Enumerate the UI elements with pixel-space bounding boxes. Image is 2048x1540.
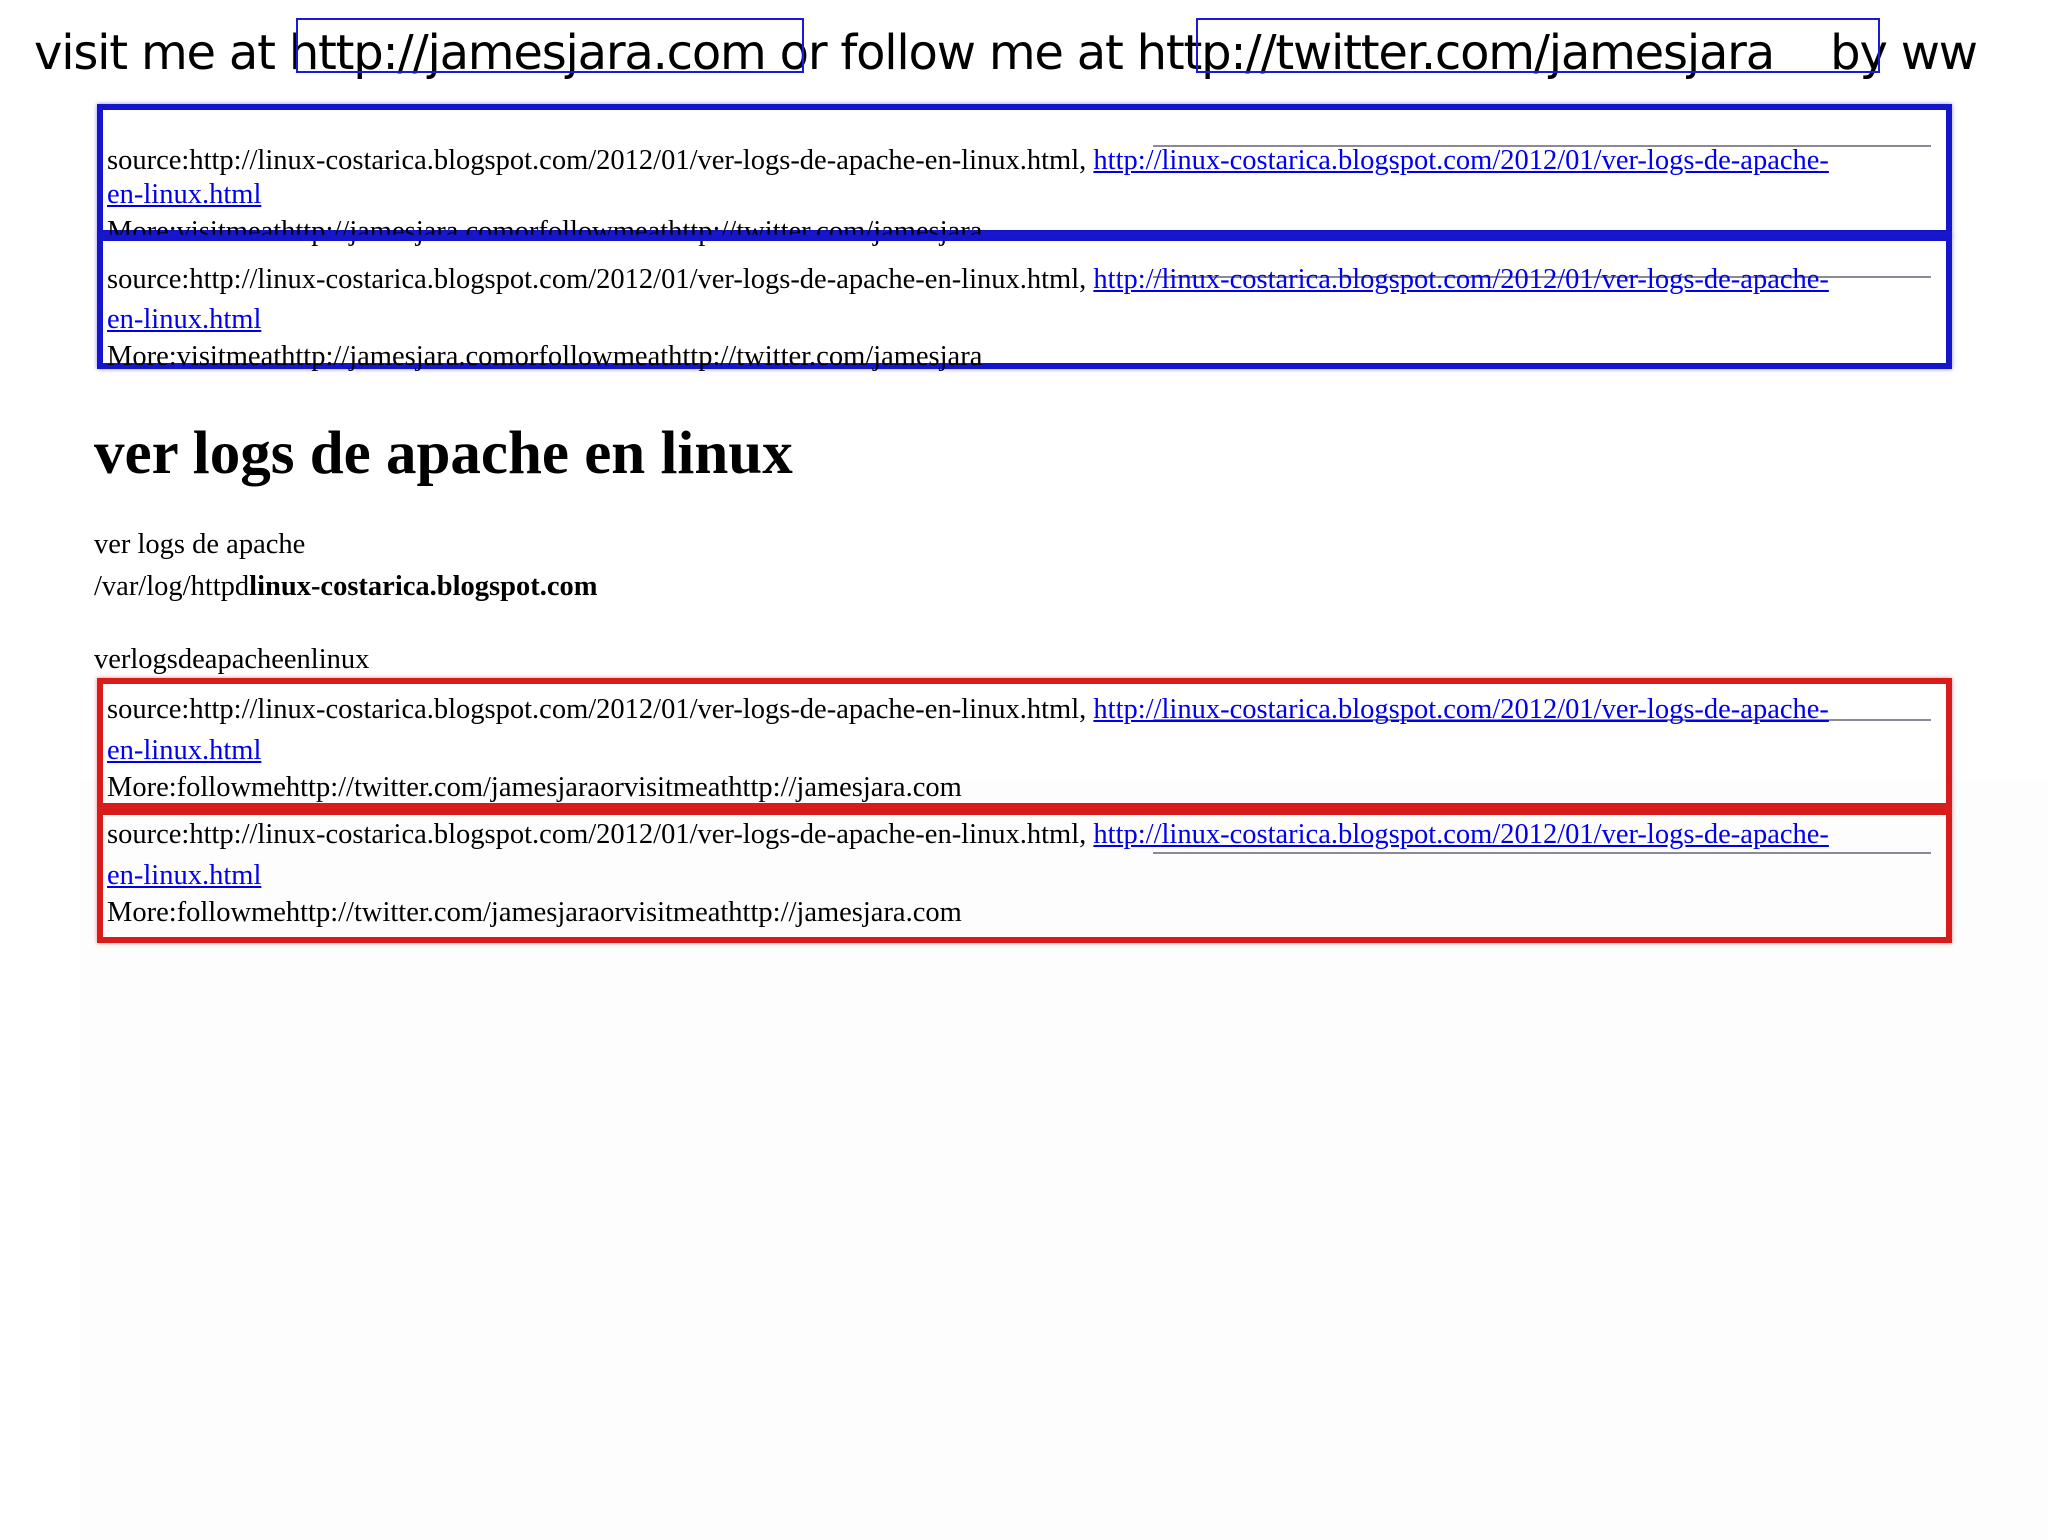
banner-site-link-box bbox=[296, 18, 804, 73]
more-line: More:visitmeathttp://jamesjara.comorfoll… bbox=[107, 341, 983, 372]
source-link[interactable]: http://linux-costarica.blogspot.com/2012… bbox=[1093, 264, 1828, 295]
source-label: source: bbox=[107, 819, 190, 850]
source-url: http://linux-costarica.blogspot.com/2012… bbox=[189, 819, 1080, 850]
source-separator: , bbox=[1079, 819, 1094, 850]
strike-line bbox=[1153, 852, 1931, 854]
source-link-continued[interactable]: en-linux.html bbox=[107, 304, 261, 335]
source-separator: , bbox=[1079, 694, 1094, 725]
more-line: More:followmehttp://twitter.com/jamesjar… bbox=[107, 897, 962, 928]
source-separator: , bbox=[1079, 264, 1094, 295]
article-line-1: ver logs de apache bbox=[94, 529, 306, 560]
source-line: source:http://linux-costarica.blogspot.c… bbox=[107, 818, 1829, 852]
banner-twitter-link-box bbox=[1196, 18, 1880, 73]
source-block-red-1: source:http://linux-costarica.blogspot.c… bbox=[97, 678, 1952, 809]
source-url: http://linux-costarica.blogspot.com/2012… bbox=[189, 145, 1080, 176]
article-tags: verlogsdeapacheenlinux bbox=[94, 644, 370, 675]
source-link-continuation: en-linux.html bbox=[107, 859, 261, 893]
source-label: source: bbox=[107, 694, 190, 725]
source-line: source:http://linux-costarica.blogspot.c… bbox=[107, 263, 1829, 297]
article-title: ver logs de apache en linux bbox=[94, 420, 793, 487]
source-line: source:http://linux-costarica.blogspot.c… bbox=[107, 693, 1829, 727]
source-url: http://linux-costarica.blogspot.com/2012… bbox=[189, 264, 1080, 295]
source-block-blue-2: source:http://linux-costarica.blogspot.c… bbox=[97, 235, 1952, 372]
source-link-continued[interactable]: en-linux.html bbox=[107, 179, 261, 210]
more-line: More:followmehttp://twitter.com/jamesjar… bbox=[107, 772, 962, 803]
source-block-red-2: source:http://linux-costarica.blogspot.c… bbox=[97, 809, 1952, 943]
source-url: http://linux-costarica.blogspot.com/2012… bbox=[189, 694, 1080, 725]
source-link-continued[interactable]: en-linux.html bbox=[107, 860, 261, 891]
source-link[interactable]: http://linux-costarica.blogspot.com/2012… bbox=[1093, 145, 1828, 176]
source-link-continuation: en-linux.html bbox=[107, 734, 261, 768]
article-site-name: linux-costarica.blogspot.com bbox=[249, 571, 598, 602]
top-banner: visit me at http://jamesjara.com or foll… bbox=[0, 0, 2048, 110]
banner-prefix: visit me at bbox=[34, 25, 289, 81]
source-label: source: bbox=[107, 264, 190, 295]
article-line-2: /var/log/httpdlinux-costarica.blogspot.c… bbox=[94, 570, 597, 604]
banner-middle: or follow me at bbox=[765, 25, 1137, 81]
source-block-blue-1: source:http://linux-costarica.blogspot.c… bbox=[97, 104, 1952, 247]
source-label: source: bbox=[107, 145, 190, 176]
article-log-path: /var/log/httpd bbox=[94, 571, 250, 602]
source-link-continuation: en-linux.html bbox=[107, 178, 261, 212]
source-separator: , bbox=[1079, 145, 1094, 176]
source-link-continuation: en-linux.html bbox=[107, 303, 261, 337]
source-line: source:http://linux-costarica.blogspot.c… bbox=[107, 144, 1829, 178]
source-link-continued[interactable]: en-linux.html bbox=[107, 735, 261, 766]
source-link[interactable]: http://linux-costarica.blogspot.com/2012… bbox=[1093, 694, 1828, 725]
source-link[interactable]: http://linux-costarica.blogspot.com/2012… bbox=[1093, 819, 1828, 850]
